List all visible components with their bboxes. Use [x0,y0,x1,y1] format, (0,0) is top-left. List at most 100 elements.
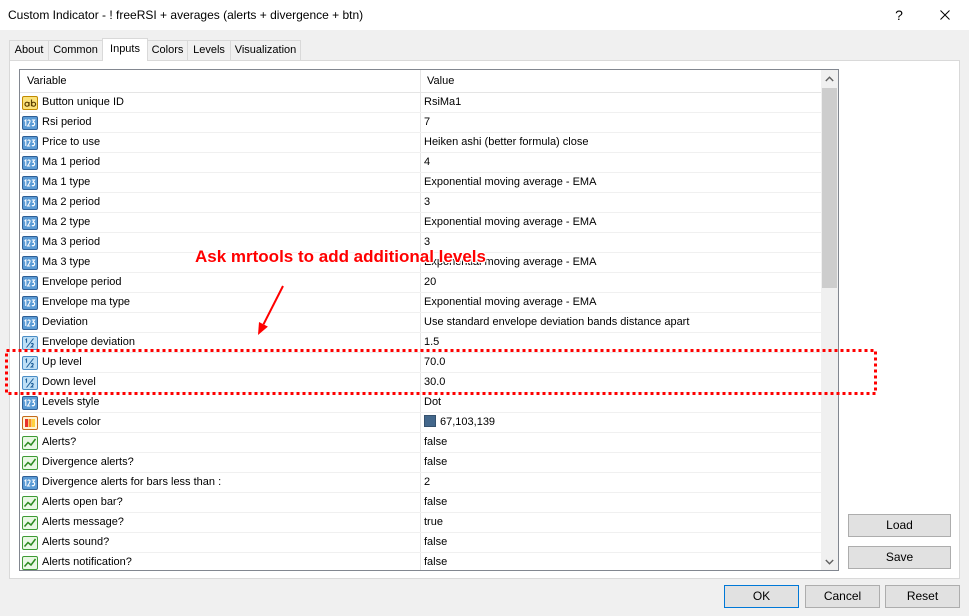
scroll-up-button[interactable] [821,70,838,87]
load-button[interactable]: Load [848,514,951,537]
value-text: 20 [424,276,437,288]
table-row[interactable]: Ma 2 type Exponential moving average - EM… [20,213,821,233]
variable-value[interactable]: 2 [420,473,821,492]
table-row[interactable]: Alerts sound? false [20,533,821,553]
table-row[interactable]: Price to use Heiken ashi (better formula)… [20,133,821,153]
table-row[interactable]: Ma 3 period 3 [20,233,821,253]
cancel-button[interactable]: Cancel [805,585,880,608]
tab-levels[interactable]: Levels [187,40,231,60]
value-text: 7 [424,116,431,128]
variable-value[interactable]: 1.5 [420,333,821,352]
variable-value[interactable]: false [420,533,821,552]
table-row[interactable]: Ma 2 period 3 [20,193,821,213]
value-text: 1.5 [424,336,440,348]
int-icon [22,475,38,491]
table-row[interactable]: Rsi period 7 [20,113,821,133]
value-text: Use standard envelope deviation bands di… [424,316,690,328]
tab-visualization[interactable]: Visualization [230,40,301,60]
tab-inputs[interactable]: Inputs [102,38,148,61]
table-row[interactable]: Alerts message? true [20,513,821,533]
variable-value[interactable]: 3 [420,193,821,212]
table-row[interactable]: Alerts? false [20,433,821,453]
variable-value[interactable]: Exponential moving average - EMA [420,213,821,232]
variable-name: Alerts message? [42,516,124,528]
value-text: 70.0 [424,356,446,368]
variable-value[interactable]: Heiken ashi (better formula) close [420,133,821,152]
scroll-down-button[interactable] [821,553,838,570]
double-icon [22,335,38,351]
column-header-variable[interactable]: Variable [20,70,420,92]
variable-value[interactable]: true [420,513,821,532]
tab-common[interactable]: Common [48,40,103,60]
variable-value[interactable]: 67,103,139 [420,413,821,432]
bool-icon [22,435,38,451]
table-row[interactable]: Ma 3 type Exponential moving average - EM… [20,253,821,273]
column-header-value[interactable]: Value [420,70,821,92]
table-row[interactable]: Divergence alerts for bars less than : 2 [20,473,821,493]
variable-value[interactable]: Dot [420,393,821,412]
table-row[interactable]: Deviation Use standard envelope deviation… [20,313,821,333]
variable-value[interactable]: false [420,553,821,570]
table-row[interactable]: Envelope ma type Exponential moving avera… [20,293,821,313]
vertical-scrollbar[interactable] [821,70,838,570]
variable-value[interactable]: RsiMa1 [420,93,821,112]
variable-name: Button unique ID [42,96,124,108]
variable-value[interactable]: 7 [420,113,821,132]
color-icon [22,415,38,431]
tab-colors[interactable]: Colors [147,40,188,60]
value-text: 30.0 [424,376,446,388]
table-row[interactable]: Button unique ID RsiMa1 [20,93,821,113]
table-row[interactable]: Ma 1 type Exponential moving average - EM… [20,173,821,193]
table-row[interactable]: Envelope period 20 [20,273,821,293]
scrollbar-thumb[interactable] [822,88,837,288]
bool-icon [22,455,38,471]
double-icon [22,355,38,371]
table-row[interactable]: Levels style Dot [20,393,821,413]
table-row[interactable]: Ma 1 period 4 [20,153,821,173]
value-text: false [424,496,448,508]
table-row[interactable]: Levels color 67,103,139 [20,413,821,433]
variable-value[interactable]: false [420,493,821,512]
variable-value[interactable]: Exponential moving average - EMA [420,293,821,312]
value-text: false [424,436,448,448]
value-text: 3 [424,196,431,208]
variable-name: Ma 1 type [42,176,91,188]
table-row[interactable]: Down level 30.0 [20,373,821,393]
variable-name: Divergence alerts? [42,456,134,468]
variable-value[interactable]: 20 [420,273,821,292]
int-icon [22,255,38,271]
int-icon [22,195,38,211]
help-button[interactable]: ? [876,0,922,30]
value-text: true [424,516,443,528]
value-text: Exponential moving average - EMA [424,296,597,308]
int-icon [22,115,38,131]
variable-value[interactable]: false [420,453,821,472]
table-row[interactable]: Up level 70.0 [20,353,821,373]
bool-icon [22,555,38,570]
value-text: false [424,556,448,568]
variable-value[interactable]: Exponential moving average - EMA [420,173,821,192]
tab-about[interactable]: About [9,40,49,60]
variable-value[interactable]: 30.0 [420,373,821,392]
variable-value[interactable]: 4 [420,153,821,172]
int-icon [22,295,38,311]
value-text: 3 [424,236,431,248]
variable-value[interactable]: false [420,433,821,452]
color-swatch [424,415,436,427]
variable-value[interactable]: 3 [420,233,821,252]
variable-name: Price to use [42,136,101,148]
table-row[interactable]: Envelope deviation 1.5 [20,333,821,353]
table-row[interactable]: Divergence alerts? false [20,453,821,473]
grid-rows: Button unique ID RsiMa1 Rsi period 7 Price t… [20,93,821,570]
table-row[interactable]: Alerts open bar? false [20,493,821,513]
reset-button[interactable]: Reset [885,585,960,608]
close-button[interactable] [922,0,968,30]
variable-name: Ma 3 period [42,236,101,248]
save-button[interactable]: Save [848,546,951,569]
table-row[interactable]: Alerts notification? false [20,553,821,570]
variable-name: Deviation [42,316,88,328]
variable-value[interactable]: 70.0 [420,353,821,372]
ok-button[interactable]: OK [724,585,799,608]
variable-value[interactable]: Exponential moving average - EMA [420,253,821,272]
variable-value[interactable]: Use standard envelope deviation bands di… [420,313,821,332]
